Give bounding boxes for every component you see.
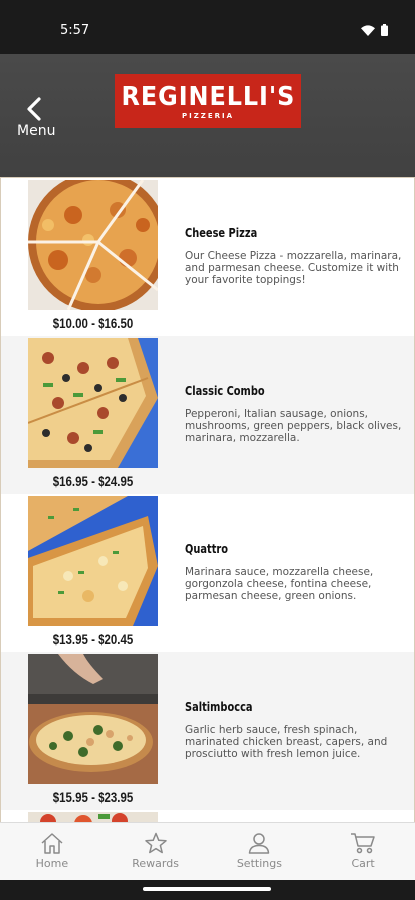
person-icon xyxy=(249,833,270,854)
status-icons xyxy=(361,24,388,36)
menu-item[interactable]: $16.95 - $24.95 Classic Combo Pepperoni,… xyxy=(1,336,414,494)
tab-cart[interactable]: Cart xyxy=(311,823,415,880)
item-photo xyxy=(28,654,158,784)
item-name: Cheese Pizza xyxy=(185,226,258,240)
item-description: Our Cheese Pizza - mozzarella, marinara,… xyxy=(185,250,402,286)
menu-item[interactable] xyxy=(1,810,414,822)
item-description: Garlic herb sauce, fresh spinach, marina… xyxy=(185,724,388,760)
item-name: Classic Combo xyxy=(185,384,265,398)
menu-item[interactable]: $15.95 - $23.95 Saltimbocca Garlic herb … xyxy=(1,652,414,810)
star-icon xyxy=(144,832,167,854)
chevron-left-icon xyxy=(27,97,41,121)
item-name: Saltimbocca xyxy=(185,700,253,714)
tab-cart-label: Cart xyxy=(351,857,375,870)
tab-home-label: Home xyxy=(35,857,69,870)
tab-settings[interactable]: Settings xyxy=(208,823,312,880)
logo-title: REGINELLI'S xyxy=(121,81,295,112)
back-button[interactable]: Menu xyxy=(16,94,60,140)
menu-list: $10.00 - $16.50 Cheese Pizza Our Cheese … xyxy=(0,177,415,822)
status-bar: 5:57 xyxy=(0,0,415,54)
home-indicator[interactable] xyxy=(143,887,271,891)
item-photo xyxy=(28,812,158,822)
battery-icon xyxy=(381,24,388,36)
tab-rewards-label: Rewards xyxy=(132,857,179,870)
tab-settings-label: Settings xyxy=(236,857,282,870)
home-icon xyxy=(41,833,63,854)
back-label: Menu xyxy=(17,123,56,139)
system-nav-bar xyxy=(0,880,415,900)
item-photo xyxy=(28,180,158,310)
menu-item[interactable]: $13.95 - $20.45 Quattro Marinara sauce, … xyxy=(1,494,414,652)
item-description: Marinara sauce, mozzarella cheese, gorgo… xyxy=(185,566,374,602)
item-price: $16.95 - $24.95 xyxy=(52,473,134,489)
wifi-icon xyxy=(361,24,375,36)
logo-subtitle: PIZZERIA xyxy=(181,111,235,120)
item-price: $13.95 - $20.45 xyxy=(52,631,134,647)
status-time: 5:57 xyxy=(60,23,90,38)
cart-icon xyxy=(351,833,375,854)
tab-rewards[interactable]: Rewards xyxy=(104,823,208,880)
item-photo xyxy=(28,496,158,626)
item-photo xyxy=(28,338,158,468)
item-name: Quattro xyxy=(185,542,229,556)
app-header: Menu REGINELLI'S PIZZERIA xyxy=(0,54,415,177)
bottom-tab-bar: Home Rewards Settings Cart xyxy=(0,822,415,880)
item-price: $15.95 - $23.95 xyxy=(52,789,134,805)
menu-item[interactable]: $10.00 - $16.50 Cheese Pizza Our Cheese … xyxy=(1,178,414,336)
brand-logo: REGINELLI'S PIZZERIA xyxy=(115,74,301,128)
item-price: $10.00 - $16.50 xyxy=(52,315,134,331)
tab-home[interactable]: Home xyxy=(0,823,104,880)
item-description: Pepperoni, Italian sausage, onions, mush… xyxy=(185,408,402,444)
